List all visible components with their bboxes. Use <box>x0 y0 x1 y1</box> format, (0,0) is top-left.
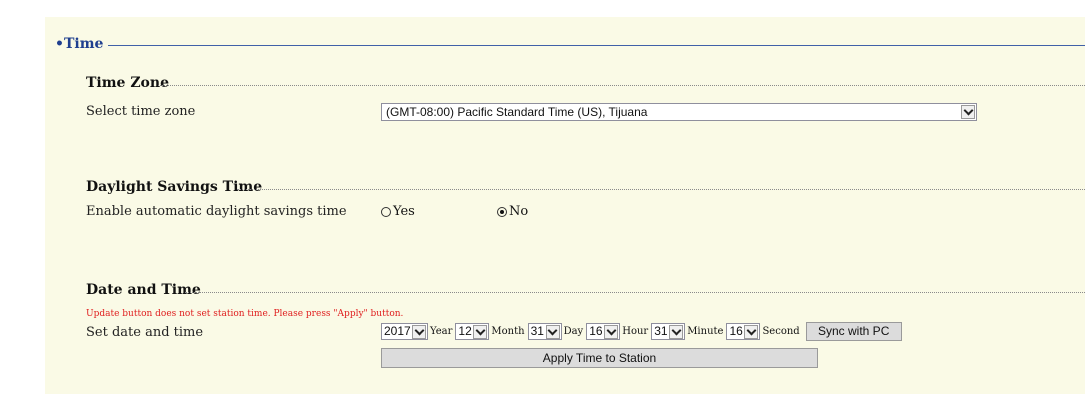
chevron-down-icon[interactable] <box>473 324 488 339</box>
time-zone-select[interactable]: (GMT-08:00) Pacific Standard Time (US), … <box>381 103 977 121</box>
year-select[interactable]: 2017 <box>381 322 428 340</box>
minute-unit: Minute <box>687 325 724 337</box>
second-unit: Second <box>762 325 800 337</box>
apply-warning: Update button does not set station time.… <box>86 309 404 319</box>
chevron-down-icon[interactable] <box>961 105 975 119</box>
dst-divider <box>237 189 1085 190</box>
dst-heading: Daylight Savings Time <box>86 179 263 195</box>
dst-yes-radio[interactable]: Yes <box>381 204 415 219</box>
date-time-heading: Date and Time <box>86 282 201 298</box>
hour-select[interactable]: 16 <box>586 322 621 340</box>
chevron-down-icon[interactable] <box>412 324 426 339</box>
minute-select[interactable]: 31 <box>651 322 686 340</box>
day-unit: Day <box>563 325 584 337</box>
date-time-selectors: 2017 Year 12 Month 31 Day 16 Hour 31 Min… <box>381 321 902 341</box>
month-select[interactable]: 12 <box>455 322 490 340</box>
hour-unit: Hour <box>622 325 649 337</box>
date-time-label: Set date and time <box>86 325 204 340</box>
date-time-divider <box>185 292 1085 293</box>
apply-time-button[interactable]: Apply Time to Station <box>381 348 818 368</box>
radio-on-icon[interactable] <box>497 206 507 217</box>
time-zone-heading: Time Zone <box>86 75 169 91</box>
year-unit: Year <box>430 325 453 337</box>
time-zone-label: Select time zone <box>86 104 196 119</box>
section-title-time: • Time <box>55 36 104 52</box>
time-zone-value: (GMT-08:00) Pacific Standard Time (US), … <box>386 105 648 119</box>
radio-off-icon[interactable] <box>381 206 391 217</box>
bullet-icon: • <box>55 36 64 52</box>
day-select[interactable]: 31 <box>527 322 562 340</box>
time-zone-divider <box>158 85 1085 86</box>
dst-label: Enable automatic daylight savings time <box>86 204 347 219</box>
chevron-down-icon[interactable] <box>744 324 759 339</box>
month-unit: Month <box>491 325 525 337</box>
sync-with-pc-button[interactable]: Sync with PC <box>805 321 902 341</box>
chevron-down-icon[interactable] <box>604 324 619 339</box>
second-select[interactable]: 16 <box>726 322 761 340</box>
dst-no-radio[interactable]: No <box>497 204 528 219</box>
section-divider <box>108 45 1085 46</box>
chevron-down-icon[interactable] <box>669 324 684 339</box>
chevron-down-icon[interactable] <box>545 324 560 339</box>
